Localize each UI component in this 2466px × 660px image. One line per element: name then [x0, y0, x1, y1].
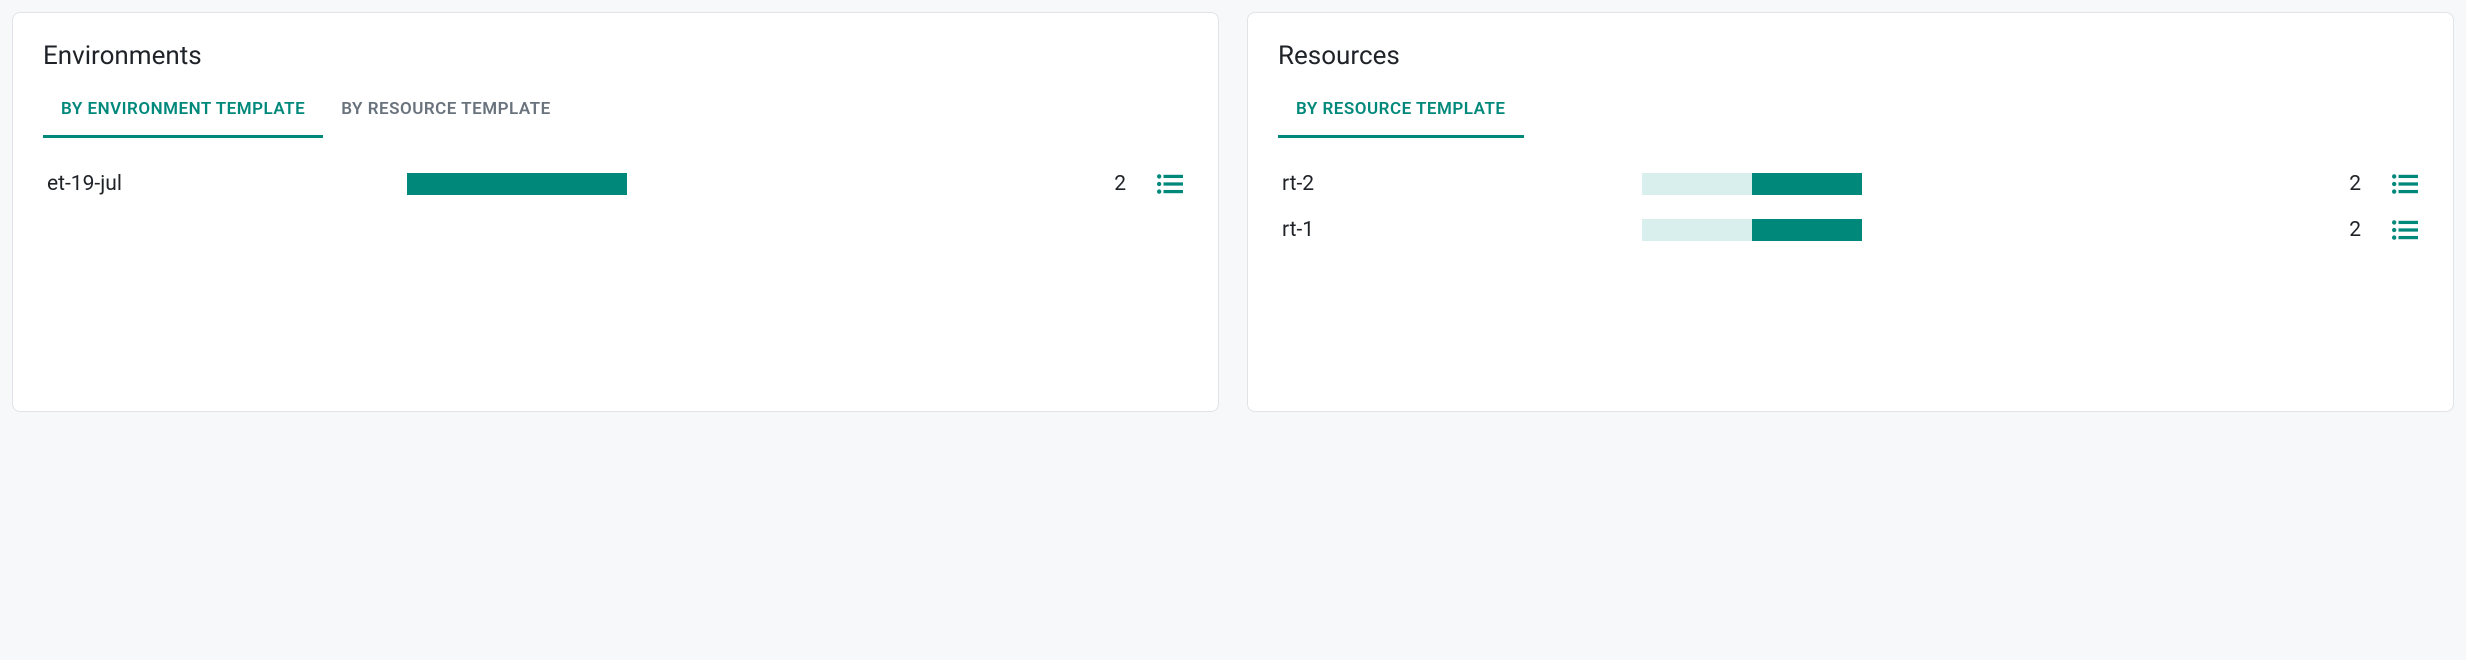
resources-rows: rt-2 2 rt-1 2 [1278, 172, 2423, 242]
resources-tabs: BY RESOURCE TEMPLATE [1278, 89, 2423, 138]
progress-bar-fill [407, 173, 627, 195]
row-label: rt-1 [1282, 218, 1612, 242]
environments-card: Environments BY ENVIRONMENT TEMPLATE BY … [12, 12, 1219, 412]
progress-bar-fill [1752, 173, 1862, 195]
resources-row: rt-2 2 [1278, 172, 2423, 196]
environments-row: et-19-jul 2 [43, 172, 1188, 196]
row-count: 2 [2321, 172, 2361, 196]
tab-by-resource-template[interactable]: BY RESOURCE TEMPLATE [323, 89, 569, 138]
progress-bar-fill [1752, 219, 1862, 241]
environments-title: Environments [43, 41, 1188, 71]
resources-title: Resources [1278, 41, 2423, 71]
row-count: 2 [2321, 218, 2361, 242]
progress-bar [407, 173, 627, 195]
progress-bar [1642, 173, 1862, 195]
progress-bar [1642, 219, 1862, 241]
resources-row: rt-1 2 [1278, 218, 2423, 242]
row-count: 2 [1086, 172, 1126, 196]
tab-by-resource-template[interactable]: BY RESOURCE TEMPLATE [1278, 89, 1524, 138]
environments-tabs: BY ENVIRONMENT TEMPLATE BY RESOURCE TEMP… [43, 89, 1188, 138]
row-label: et-19-jul [47, 172, 377, 196]
list-icon[interactable] [2391, 219, 2419, 241]
list-icon[interactable] [1156, 173, 1184, 195]
row-label: rt-2 [1282, 172, 1612, 196]
environments-rows: et-19-jul 2 [43, 172, 1188, 196]
list-icon[interactable] [2391, 173, 2419, 195]
tab-by-environment-template[interactable]: BY ENVIRONMENT TEMPLATE [43, 89, 323, 138]
resources-card: Resources BY RESOURCE TEMPLATE rt-2 2 rt… [1247, 12, 2454, 412]
